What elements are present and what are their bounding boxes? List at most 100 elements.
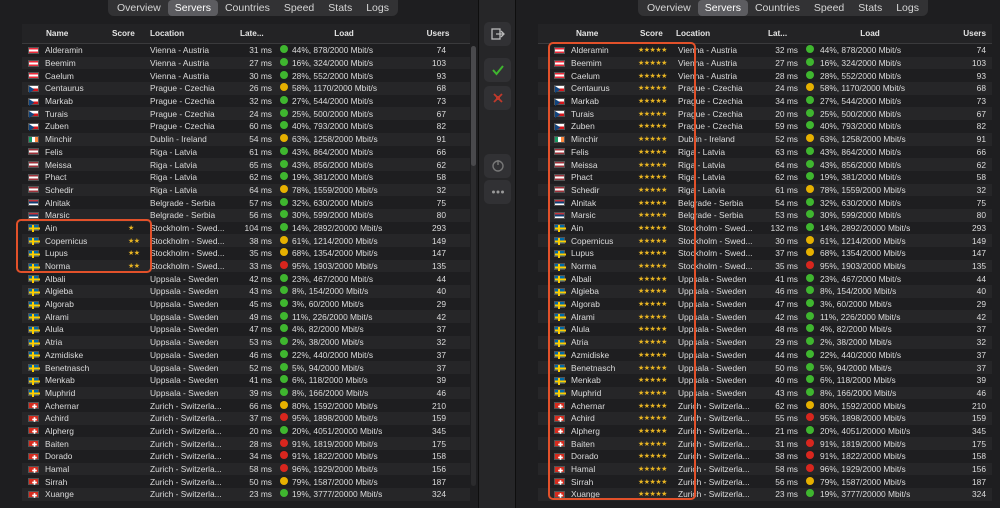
table-row[interactable]: Phact ★★★★★ Riga - Latvia 62 ms 19%, 381/200…: [538, 171, 992, 184]
table-row[interactable]: Benetnasch ★★★★★ Uppsala - Sweden 50 ms 5%, …: [538, 361, 992, 374]
table-row[interactable]: Hamal Zurich - Switzerla... 58 ms 96%, 1929…: [22, 462, 470, 476]
tab-overview[interactable]: Overview: [110, 0, 168, 16]
table-row[interactable]: Ain ★★★★★ Stockholm - Swed... 132 ms 14%, 28…: [538, 222, 992, 235]
column-users[interactable]: Users: [940, 29, 992, 38]
column-location[interactable]: Location: [674, 29, 760, 38]
tab-stats[interactable]: Stats: [851, 0, 889, 16]
table-row[interactable]: Zuben Prague - Czechia 60 ms 40%, 793/2000 …: [22, 120, 470, 133]
table-row[interactable]: Atria ★★★★★ Uppsala - Sweden 29 ms 2%, 38/20…: [538, 335, 992, 349]
table-row[interactable]: Caelum ★★★★★ Vienna - Austria 28 ms 28%, 552…: [538, 69, 992, 82]
column-score[interactable]: Score: [634, 29, 674, 38]
table-row[interactable]: Sirrah ★★★★★ Zurich - Switzerla... 56 ms 79%…: [538, 475, 992, 488]
table-row[interactable]: Muphrid ★★★★★ Uppsala - Sweden 43 ms 8%, 166…: [538, 386, 992, 400]
more-icon[interactable]: [484, 180, 511, 204]
column-users[interactable]: Users: [414, 29, 462, 38]
table-row[interactable]: Alderamin Vienna - Austria 31 ms 44%, 878/2…: [22, 44, 470, 57]
table-row[interactable]: Baiten ★★★★★ Zurich - Switzerla... 31 ms 91%…: [538, 437, 992, 450]
table-row[interactable]: Turais ★★★★★ Prague - Czechia 20 ms 25%, 500…: [538, 107, 992, 121]
table-row[interactable]: Xuange Zurich - Switzerla... 23 ms 19%, 377…: [22, 488, 470, 501]
table-row[interactable]: Alpherg Zurich - Switzerla... 20 ms 20%, 40…: [22, 425, 470, 438]
table-row[interactable]: Norma ★★ Stockholm - Swed... 33 ms 95%, 1903…: [22, 259, 470, 273]
table-row[interactable]: Baiten Zurich - Switzerla... 28 ms 91%, 181…: [22, 437, 470, 450]
table-row[interactable]: Alula Uppsala - Sweden 47 ms 4%, 82/2000 Mb…: [22, 323, 470, 336]
tab-speed[interactable]: Speed: [807, 0, 851, 16]
table-row[interactable]: Phact Riga - Latvia 62 ms 19%, 381/2000 Mbi…: [22, 171, 470, 184]
table-row[interactable]: Copernicus ★★★★★ Stockholm - Swed... 30 ms 6…: [538, 234, 992, 247]
column-load[interactable]: Load: [274, 29, 414, 38]
export-icon[interactable]: [484, 22, 511, 46]
table-row[interactable]: Meissa ★★★★★ Riga - Latvia 64 ms 43%, 856/20…: [538, 158, 992, 171]
table-row[interactable]: Lupus ★★ Stockholm - Swed... 35 ms 68%, 1354…: [22, 247, 470, 260]
table-row[interactable]: Markab ★★★★★ Prague - Czechia 34 ms 27%, 544…: [538, 95, 992, 108]
column-name[interactable]: Name: [538, 29, 634, 38]
table-row[interactable]: Schedir ★★★★★ Riga - Latvia 61 ms 78%, 1559/…: [538, 183, 992, 197]
table-row[interactable]: Zuben ★★★★★ Prague - Czechia 59 ms 40%, 793/…: [538, 120, 992, 133]
table-row[interactable]: Markab Prague - Czechia 32 ms 27%, 544/2000…: [22, 95, 470, 108]
table-row[interactable]: Marsic Belgrade - Serbia 56 ms 30%, 599/200…: [22, 208, 470, 222]
tab-countries[interactable]: Countries: [748, 0, 807, 16]
column-load[interactable]: Load: [800, 29, 940, 38]
table-row[interactable]: Alnitak Belgrade - Serbia 57 ms 32%, 630/20…: [22, 196, 470, 209]
table-row[interactable]: Hamal ★★★★★ Zurich - Switzerla... 58 ms 96%,…: [538, 462, 992, 476]
table-row[interactable]: Alderamin ★★★★★ Vienna - Austria 32 ms 44%, …: [538, 44, 992, 57]
table-row[interactable]: Meissa Riga - Latvia 65 ms 43%, 856/2000 Mb…: [22, 158, 470, 171]
disable-icon[interactable]: [484, 86, 511, 110]
table-row[interactable]: Dorado Zurich - Switzerla... 34 ms 91%, 182…: [22, 450, 470, 463]
table-row[interactable]: Achernar ★★★★★ Zurich - Switzerla... 62 ms 8…: [538, 399, 992, 412]
table-row[interactable]: Algorab ★★★★★ Uppsala - Sweden 47 ms 3%, 60/…: [538, 298, 992, 311]
table-row[interactable]: Albali Uppsala - Sweden 42 ms 23%, 467/2000…: [22, 272, 470, 285]
column-latency[interactable]: Late...: [234, 29, 274, 38]
table-row[interactable]: Achernar Zurich - Switzerla... 66 ms 80%, 1…: [22, 399, 470, 412]
scrollbar-thumb[interactable]: [471, 46, 476, 166]
table-row[interactable]: Sirrah Zurich - Switzerla... 50 ms 79%, 158…: [22, 475, 470, 488]
table-row[interactable]: Marsic ★★★★★ Belgrade - Serbia 53 ms 30%, 59…: [538, 208, 992, 222]
table-row[interactable]: Felis Riga - Latvia 61 ms 43%, 864/2000 Mbi…: [22, 146, 470, 159]
column-location[interactable]: Location: [144, 29, 234, 38]
table-row[interactable]: Azmidiske Uppsala - Sweden 46 ms 22%, 440/2…: [22, 349, 470, 362]
table-row[interactable]: Norma ★★★★★ Stockholm - Swed... 35 ms 95%, 1…: [538, 259, 992, 273]
table-row[interactable]: Albali ★★★★★ Uppsala - Sweden 41 ms 23%, 467…: [538, 272, 992, 285]
tab-servers[interactable]: Servers: [167, 0, 218, 16]
table-row[interactable]: Achird Zurich - Switzerla... 37 ms 95%, 189…: [22, 411, 470, 425]
tab-stats[interactable]: Stats: [321, 0, 359, 16]
scrollbar[interactable]: [471, 46, 476, 486]
table-row[interactable]: Caelum Vienna - Austria 30 ms 28%, 552/2000…: [22, 69, 470, 82]
table-row[interactable]: Muphrid Uppsala - Sweden 39 ms 8%, 166/2000…: [22, 386, 470, 400]
table-row[interactable]: Beemim Vienna - Austria 27 ms 16%, 324/2000…: [22, 56, 470, 70]
table-row[interactable]: Menkab Uppsala - Sweden 41 ms 6%, 118/2000 …: [22, 374, 470, 387]
table-row[interactable]: Dorado ★★★★★ Zurich - Switzerla... 38 ms 91%…: [538, 450, 992, 463]
table-row[interactable]: Turais Prague - Czechia 24 ms 25%, 500/2000…: [22, 107, 470, 121]
tab-logs[interactable]: Logs: [359, 0, 396, 16]
table-row[interactable]: Alpherg ★★★★★ Zurich - Switzerla... 21 ms 20…: [538, 425, 992, 438]
table-row[interactable]: Alrami Uppsala - Sweden 49 ms 11%, 226/2000…: [22, 310, 470, 324]
check-icon[interactable]: [484, 58, 511, 82]
table-row[interactable]: Atria Uppsala - Sweden 53 ms 2%, 38/2000 Mb…: [22, 335, 470, 349]
tab-overview[interactable]: Overview: [640, 0, 698, 16]
tab-servers[interactable]: Servers: [697, 0, 748, 16]
table-row[interactable]: Minchir ★★★★★ Dublin - Ireland 52 ms 63%, 12…: [538, 132, 992, 146]
table-row[interactable]: Xuange ★★★★★ Zurich - Switzerla... 23 ms 19%…: [538, 488, 992, 501]
table-row[interactable]: Azmidiske ★★★★★ Uppsala - Sweden 44 ms 22%, …: [538, 349, 992, 362]
column-name[interactable]: Name: [22, 29, 110, 38]
table-row[interactable]: Copernicus ★★ Stockholm - Swed... 38 ms 61%,…: [22, 234, 470, 247]
table-row[interactable]: Algieba ★★★★★ Uppsala - Sweden 46 ms 8%, 154…: [538, 285, 992, 298]
table-row[interactable]: Felis ★★★★★ Riga - Latvia 63 ms 43%, 864/200…: [538, 146, 992, 159]
table-row[interactable]: Benetnasch Uppsala - Sweden 52 ms 5%, 94/20…: [22, 361, 470, 374]
table-row[interactable]: Alnitak ★★★★★ Belgrade - Serbia 54 ms 32%, 6…: [538, 196, 992, 209]
table-row[interactable]: Minchir Dublin - Ireland 54 ms 63%, 1258/20…: [22, 132, 470, 146]
column-score[interactable]: Score: [110, 29, 144, 38]
table-row[interactable]: Schedir Riga - Latvia 64 ms 78%, 1559/2000 …: [22, 183, 470, 197]
table-row[interactable]: Centaurus ★★★★★ Prague - Czechia 24 ms 58%, …: [538, 82, 992, 95]
table-row[interactable]: Ain ★ Stockholm - Swed... 104 ms 14%, 2892/2…: [22, 222, 470, 235]
table-row[interactable]: Alrami ★★★★★ Uppsala - Sweden 42 ms 11%, 226…: [538, 310, 992, 324]
power-icon[interactable]: [484, 154, 511, 178]
tab-logs[interactable]: Logs: [889, 0, 926, 16]
table-row[interactable]: Alula ★★★★★ Uppsala - Sweden 48 ms 4%, 82/20…: [538, 323, 992, 336]
table-row[interactable]: Menkab ★★★★★ Uppsala - Sweden 40 ms 6%, 118/…: [538, 374, 992, 387]
column-latency[interactable]: Lat...: [760, 29, 800, 38]
table-row[interactable]: Algieba Uppsala - Sweden 43 ms 8%, 154/2000…: [22, 285, 470, 298]
table-row[interactable]: Achird ★★★★★ Zurich - Switzerla... 55 ms 95%…: [538, 411, 992, 425]
tab-countries[interactable]: Countries: [218, 0, 277, 16]
table-row[interactable]: Algorab Uppsala - Sweden 45 ms 3%, 60/2000 …: [22, 298, 470, 311]
table-row[interactable]: Centaurus Prague - Czechia 26 ms 58%, 1170/…: [22, 82, 470, 95]
